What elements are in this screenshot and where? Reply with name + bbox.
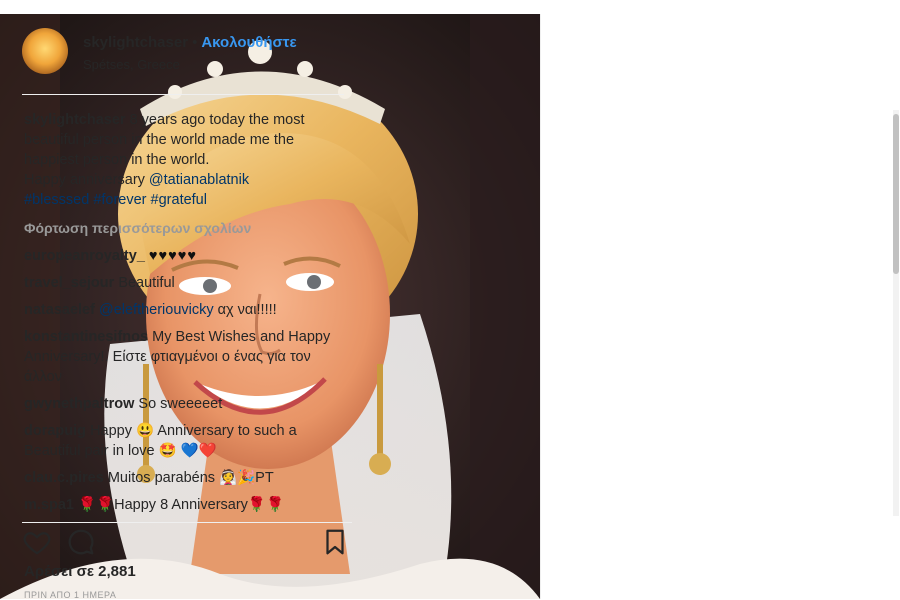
caption-hashtags[interactable]: #blesssed #forever #grateful xyxy=(24,192,207,208)
comment-item: gwynethpaltrow So sweeeeet xyxy=(24,394,344,414)
header-divider xyxy=(22,94,344,95)
comment-item: clau.c.pires Muitos parabéns 👰🎉PT xyxy=(24,468,344,488)
top-margin xyxy=(0,0,900,14)
avatar[interactable] xyxy=(22,28,68,74)
comment-username[interactable]: konstantinesifnos xyxy=(24,329,148,345)
instagram-post-window: skylightchaser • Ακολουθήστε Spétses, Gree… xyxy=(0,0,900,600)
author-username[interactable]: skylightchaser xyxy=(83,34,188,51)
comment-text: 🌹🌹Happy 8 Anniversary🌹🌹 xyxy=(78,497,285,513)
post-side-panel xyxy=(540,14,900,599)
post-header: skylightchaser • Ακολουθήστε Spétses, Gree… xyxy=(22,16,342,86)
comment-item: m.spa1 🌹🌹Happy 8 Anniversary🌹🌹 xyxy=(24,495,344,515)
caption-line2: Happy anniversary xyxy=(24,172,149,188)
follow-button[interactable]: Ακολουθήστε xyxy=(201,34,296,51)
bookmark-icon[interactable] xyxy=(320,527,350,557)
comment-text: So sweeeeet xyxy=(138,396,223,412)
load-more-comments[interactable]: Φόρτωση περισσότερων σχολίων xyxy=(24,218,344,238)
comment-text: ♥♥♥♥♥ xyxy=(148,248,197,264)
header-user-line: skylightchaser • Ακολουθήστε xyxy=(83,34,297,51)
comment-username[interactable]: travel_sejour xyxy=(24,275,114,291)
comment-text: Muitos parabéns 👰🎉PT xyxy=(107,470,274,486)
comment-item: dorapuig Happy 😃 Anniversary to such a B… xyxy=(24,421,344,461)
comment-username[interactable]: gwynethpaltrow xyxy=(24,396,134,412)
comment-item: natasaelef @eleftheriouvicky αχ ναι!!!!! xyxy=(24,300,344,320)
caption-username[interactable]: skylightchaser xyxy=(24,112,126,128)
comment-username[interactable]: clau.c.pires xyxy=(24,470,104,486)
post-caption: skylightchaser 8 years ago today the mos… xyxy=(24,110,344,210)
comment-text: αχ ναι!!!!! xyxy=(213,302,277,318)
action-bar xyxy=(22,522,352,559)
comment-item: konstantinesifnos My Best Wishes and Hap… xyxy=(24,327,344,387)
caption-mention[interactable]: @tatianablatnik xyxy=(149,172,249,188)
comment-username[interactable]: dorapuig xyxy=(24,423,86,439)
heart-outline-icon[interactable] xyxy=(22,527,52,557)
comment-username[interactable]: europeanroyalty_ xyxy=(24,248,145,264)
comment-item: travel_sejour Beautiful xyxy=(24,273,344,293)
comments-list[interactable]: skylightchaser 8 years ago today the mos… xyxy=(24,110,344,515)
separator-dot: • xyxy=(192,34,198,51)
scrollbar-thumb[interactable] xyxy=(893,114,899,274)
comment-text: Beautiful xyxy=(118,275,175,291)
comment-mention[interactable]: @eleftheriouvicky xyxy=(99,302,214,318)
speech-bubble-icon[interactable] xyxy=(66,527,96,557)
likes-count[interactable]: Αρέσει σε 2,881 xyxy=(24,563,136,580)
comment-username[interactable]: natasaelef xyxy=(24,302,95,318)
post-location[interactable]: Spétses, Greece xyxy=(83,57,180,72)
comment-username[interactable]: m.spa1 xyxy=(24,497,74,513)
comment-item: europeanroyalty_ ♥♥♥♥♥ xyxy=(24,246,344,266)
